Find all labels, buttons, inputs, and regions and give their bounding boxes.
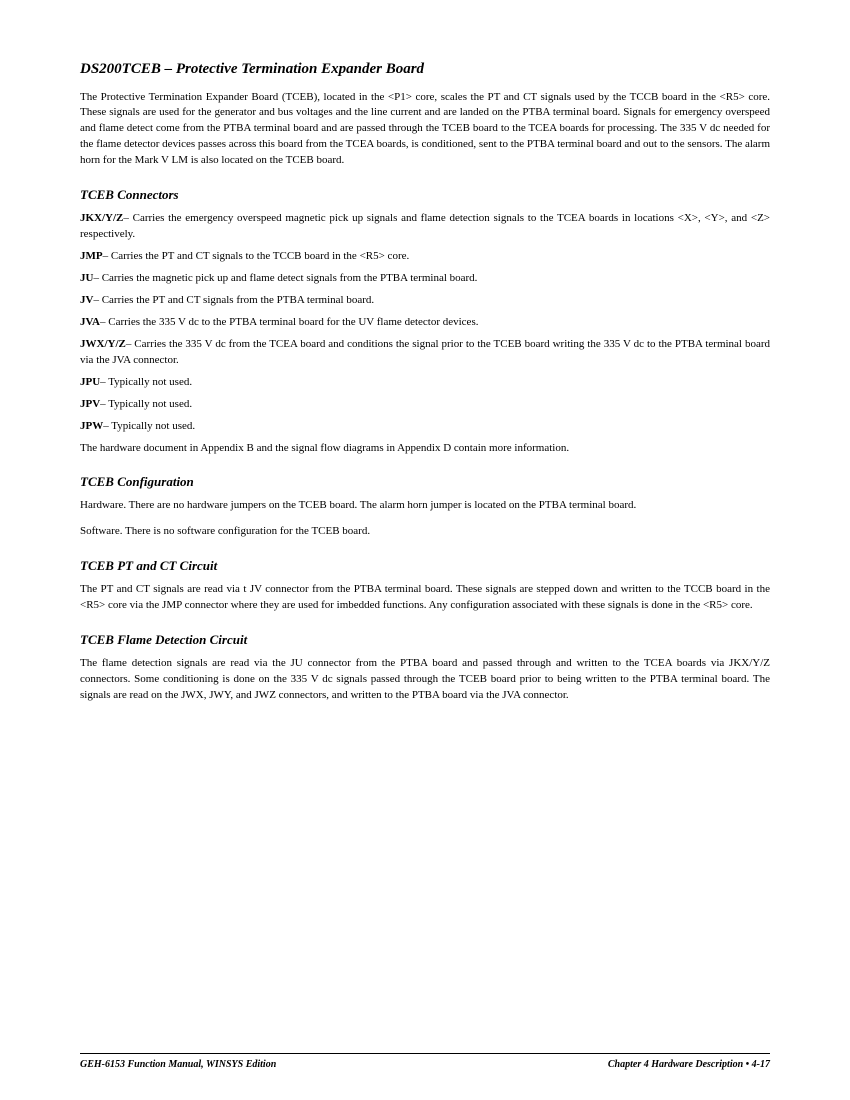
connector-jkxyz: JKX/Y/Z– Carries the emergency overspeed… — [80, 211, 770, 243]
connector-jpv-label: JPV — [80, 398, 100, 410]
page-footer: GEH-6153 Function Manual, WINSYS Edition… — [80, 1053, 770, 1070]
connector-jva: JVA– Carries the 335 V dc to the PTBA te… — [80, 315, 770, 331]
connector-jpw: JPW– Typically not used. — [80, 419, 770, 435]
connector-jpu-label: JPU — [80, 376, 100, 388]
connector-jv-text: – Carries the PT and CT signals from the… — [93, 294, 374, 306]
connector-jva-label: JVA — [80, 316, 100, 328]
configuration-hardware: Hardware. There are no hardware jumpers … — [80, 498, 770, 514]
section-title-configuration: TCEB Configuration — [80, 474, 770, 490]
connector-jwxyz: JWX/Y/Z– Carries the 335 V dc from the T… — [80, 337, 770, 369]
connector-jkxyz-label: JKX/Y/Z — [80, 212, 123, 224]
connector-jmp-label: JMP — [80, 250, 103, 262]
connectors-closing-text: The hardware document in Appendix B and … — [80, 441, 770, 457]
connector-ju-text: – Carries the magnetic pick up and flame… — [93, 272, 477, 284]
section-title-flame: TCEB Flame Detection Circuit — [80, 632, 770, 648]
connector-jpv: JPV– Typically not used. — [80, 397, 770, 413]
connector-jva-text: – Carries the 335 V dc to the PTBA termi… — [100, 316, 479, 328]
connector-jwxyz-label: JWX/Y/Z — [80, 338, 126, 350]
connector-jpw-text: – Typically not used. — [103, 420, 195, 432]
page: DS200TCEB – Protective Termination Expan… — [0, 0, 850, 1100]
configuration-software: Software. There is no software configura… — [80, 524, 770, 540]
connector-jpv-text: – Typically not used. — [100, 398, 192, 410]
section-title-ptct: TCEB PT and CT Circuit — [80, 558, 770, 574]
connector-jmp: JMP– Carries the PT and CT signals to th… — [80, 249, 770, 265]
ptct-paragraph: The PT and CT signals are read via t JV … — [80, 582, 770, 614]
connector-jmp-text: – Carries the PT and CT signals to the T… — [103, 250, 410, 262]
section-title-connectors: TCEB Connectors — [80, 187, 770, 203]
footer-left: GEH-6153 Function Manual, WINSYS Edition — [80, 1059, 276, 1070]
connector-jv: JV– Carries the PT and CT signals from t… — [80, 293, 770, 309]
connector-jpw-label: JPW — [80, 420, 103, 432]
page-main-title: DS200TCEB – Protective Termination Expan… — [80, 60, 770, 80]
intro-paragraph: The Protective Termination Expander Boar… — [80, 90, 770, 170]
connector-ju: JU– Carries the magnetic pick up and fla… — [80, 271, 770, 287]
connector-ju-label: JU — [80, 272, 93, 284]
footer-right: Chapter 4 Hardware Description • 4-17 — [608, 1059, 770, 1070]
flame-paragraph: The flame detection signals are read via… — [80, 656, 770, 704]
connector-jpu-text: – Typically not used. — [100, 376, 192, 388]
connector-jkxyz-text: – Carries the emergency overspeed magnet… — [80, 212, 770, 240]
connector-jpu: JPU– Typically not used. — [80, 375, 770, 391]
connector-jwxyz-text: – Carries the 335 V dc from the TCEA boa… — [80, 338, 770, 366]
connector-jv-label: JV — [80, 294, 93, 306]
